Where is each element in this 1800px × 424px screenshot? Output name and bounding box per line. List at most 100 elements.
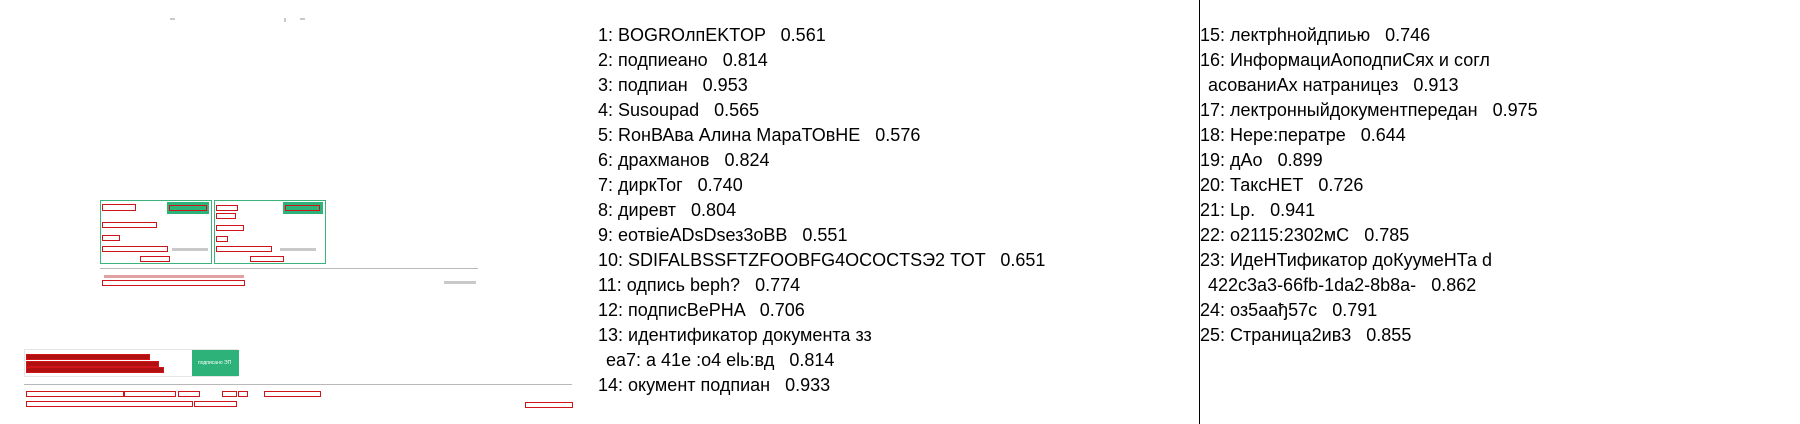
ocr-result-item: 24оз5аађ57с 0.791 [1200, 298, 1538, 323]
ocr-result-number: 14 [598, 375, 628, 395]
ocr-result-score: 0.644 [1360, 125, 1406, 145]
ocr-result-text: подписВеPHA [628, 300, 745, 320]
footer-rule [100, 268, 478, 269]
ocr-result-number: 20 [1200, 175, 1230, 195]
detection-box [194, 401, 237, 407]
ocr-result-score: 0.814 [722, 50, 768, 70]
ocr-result-number: 23 [1200, 250, 1230, 270]
ocr-result-score: 0.706 [759, 300, 805, 320]
ocr-result-number: 25 [1200, 325, 1230, 345]
ocr-result-item: 4Susoupad 0.565 [598, 98, 1045, 123]
ocr-result-text: одпись beph? [626, 275, 741, 295]
header-mark [300, 18, 305, 20]
ocr-result-item: 7диркТог 0.740 [598, 173, 1045, 198]
ocr-result-number: 10 [598, 250, 628, 270]
ocr-result-number: 11 [598, 275, 627, 295]
ocr-result-text: ИдеНТификатор доКуумеНТа d [1230, 250, 1492, 270]
ocr-result-number: 1 [598, 25, 618, 45]
ocr-result-number: 9 [598, 225, 618, 245]
footer-text [104, 275, 244, 278]
ocr-result-score: 0.941 [1270, 200, 1316, 220]
ocr-result-score: 0.746 [1385, 25, 1431, 45]
ocr-result-score: 0.814 [789, 350, 835, 370]
ocr-result-text: диревт [618, 200, 677, 220]
ocr-result-number: 13 [598, 325, 628, 345]
ocr-result-text: ИнформациАоподпиСях и согл [1230, 50, 1490, 70]
text-line [280, 248, 316, 251]
ocr-result-number: 18 [1200, 125, 1230, 145]
ocr-result-item: 1BOGROлпEKTOP 0.561 [598, 23, 1045, 48]
ocr-result-text: Страница2ив3 [1230, 325, 1352, 345]
ocr-result-text: дАо [1230, 150, 1263, 170]
detection-box [222, 391, 237, 397]
ocr-result-number: 8 [598, 200, 618, 220]
ocr-result-text: окумент подпиан [628, 375, 771, 395]
ocr-result-text: оз5аађ57с [1230, 300, 1318, 320]
text-line [172, 248, 208, 251]
ocr-result-score: 0.785 [1364, 225, 1410, 245]
detection-box [140, 256, 170, 262]
ocr-result-number: 2 [598, 50, 618, 70]
ocr-result-score: 0.855 [1366, 325, 1412, 345]
detection-box [102, 235, 120, 241]
detection-box [216, 213, 236, 219]
ocr-result-text: о2115:2302мС [1230, 225, 1350, 245]
ocr-result-text: BOGROлпEKTOP [618, 25, 766, 45]
ocr-result-item: 18Нере:ператре 0.644 [1200, 123, 1538, 148]
ocr-result-score: 0.774 [755, 275, 801, 295]
ocr-result-item: 17лектронныйдокументпередан 0.975 [1200, 98, 1538, 123]
ocr-result-text: еотвieADsDsез3оBB [618, 225, 788, 245]
ocr-result-text: подпиан [618, 75, 688, 95]
ocr-result-score: 0.551 [802, 225, 848, 245]
ocr-result-item: 16ИнформациАоподпиСях и согл асованиAх на… [1200, 48, 1538, 98]
page-number [444, 281, 476, 284]
ocr-result-number: 22 [1200, 225, 1230, 245]
ocr-result-score: 0.953 [702, 75, 748, 95]
ocr-result-item: 25Страница2ив3 0.855 [1200, 323, 1538, 348]
ocr-result-score: 0.576 [875, 125, 921, 145]
ocr-result-item: 14окумент подпиан 0.933 [598, 373, 1045, 398]
ocr-result-item: 19дАо 0.899 [1200, 148, 1538, 173]
detection-box [250, 256, 284, 262]
detection-box [216, 246, 272, 252]
ocr-result-number: 17 [1200, 100, 1230, 120]
ocr-results-list-left: 1BOGROлпEKTOP 0.561 2подпиеано 0.814 3подпиа… [598, 0, 1198, 424]
stamp-button-label: подписано ЭП [198, 360, 232, 366]
ocr-result-number: 7 [598, 175, 618, 195]
ocr-result-text: Lp. [1230, 200, 1256, 220]
ocr-result-item: 15лектрhнойдпиью 0.746 [1200, 23, 1538, 48]
ocr-result-text: ТаксНЕТ [1230, 175, 1304, 195]
ocr-result-text: драхманов [618, 150, 710, 170]
ocr-result-item: 23ИдеНТификатор доКуумеНТа d 422c3a3-66fb… [1200, 248, 1538, 298]
ocr-result-text: SDIFALBSSFTZFOOBFG4OCOCTSЭ2 TOT [628, 250, 986, 270]
ocr-result-score: 0.651 [1000, 250, 1046, 270]
ocr-result-text: подпиеано [618, 50, 708, 70]
ocr-result-item: 3подпиан 0.953 [598, 73, 1045, 98]
ocr-result-number: 16 [1200, 50, 1230, 70]
ocr-result-item: 20ТаксНЕТ 0.726 [1200, 173, 1538, 198]
ocr-result-score: 0.933 [785, 375, 831, 395]
ocr-result-number: 19 [1200, 150, 1230, 170]
detection-box [102, 246, 168, 252]
ocr-result-number: 6 [598, 150, 618, 170]
ocr-result-score: 0.804 [691, 200, 737, 220]
detection-box [216, 205, 238, 211]
ocr-result-score: 0.740 [697, 175, 743, 195]
detection-box [178, 391, 200, 397]
ocr-result-item: 8диревт 0.804 [598, 198, 1045, 223]
ocr-result-text-continued: асованиAх натраницез [1208, 75, 1399, 95]
ocr-result-score: 0.791 [1332, 300, 1378, 320]
detection-box [102, 280, 245, 286]
ocr-result-text-continued: ea7: а 41е :о4 elь:вд [606, 350, 775, 370]
ocr-result-score: 0.824 [724, 150, 770, 170]
detection-box [124, 391, 176, 397]
ocr-result-item: 9еотвieADsDsез3оBB 0.551 [598, 223, 1045, 248]
ocr-result-score: 0.913 [1413, 75, 1459, 95]
header-mark [170, 18, 175, 20]
ocr-result-item: 13идентификатор документа зз ea7: а 41е :… [598, 323, 1045, 373]
ocr-result-item: 11одпись beph? 0.774 [598, 273, 1045, 298]
detection-box [264, 391, 321, 397]
ocr-result-text: Susoupad [618, 100, 700, 120]
ocr-result-item: 22о2115:2302мС 0.785 [1200, 223, 1538, 248]
detection-box [26, 401, 193, 407]
